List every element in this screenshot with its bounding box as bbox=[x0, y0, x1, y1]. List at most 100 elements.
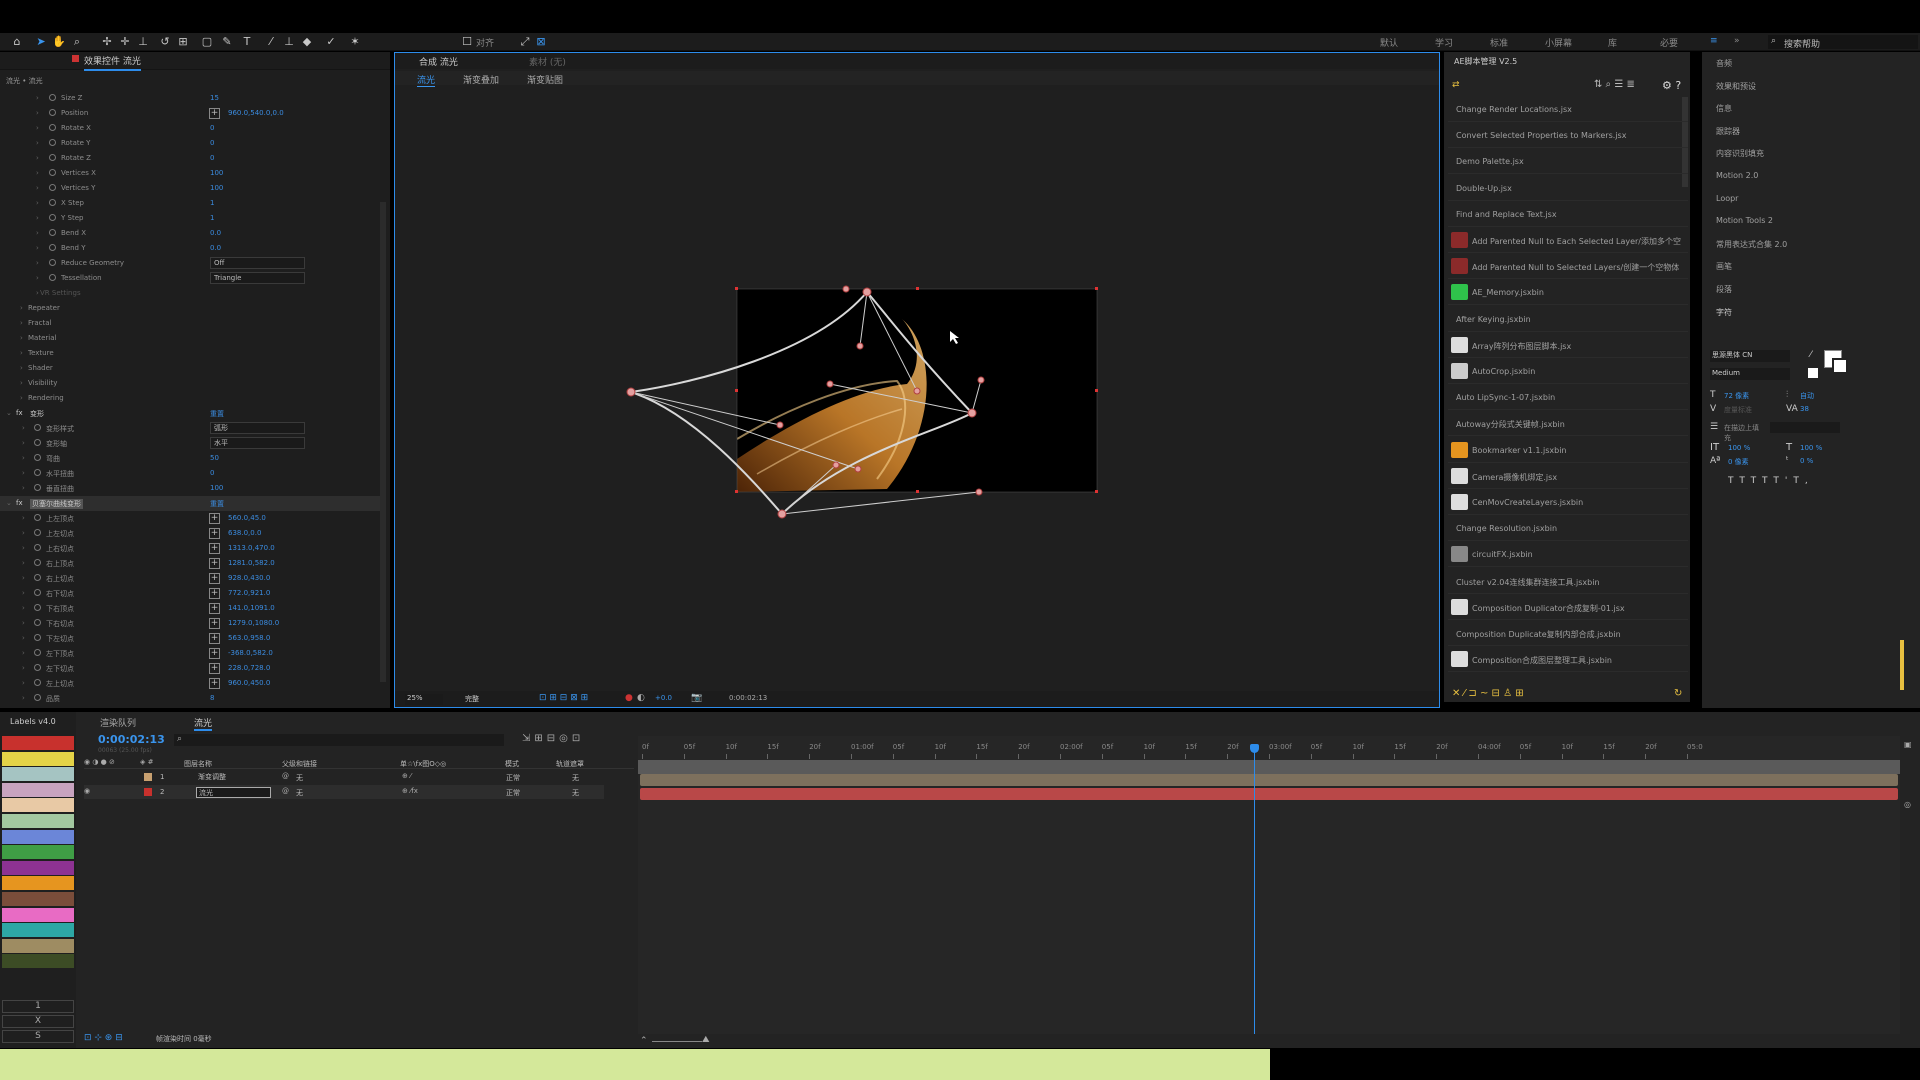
expand-arrow-icon[interactable]: › bbox=[22, 694, 25, 702]
hand-tool-icon[interactable]: ✋ bbox=[52, 35, 66, 49]
effect-header-row[interactable]: ⌄ fx 变形 重置 bbox=[0, 406, 380, 421]
label-color-swatch[interactable] bbox=[2, 938, 74, 953]
exposure-value[interactable]: +0.0 bbox=[655, 694, 672, 702]
stopwatch-icon[interactable] bbox=[34, 424, 41, 431]
expand-arrow-icon[interactable]: › bbox=[36, 94, 39, 102]
script-tool-icons[interactable]: ✕ ⁄ ⊐ ~ ⊟ ♙ ⊞ bbox=[1452, 688, 1524, 699]
property-value[interactable]: 560.0,45.0 bbox=[228, 514, 266, 522]
zoom-dropdown[interactable]: 25% bbox=[405, 694, 443, 705]
resolution-dropdown[interactable]: 完整 bbox=[465, 694, 515, 705]
fx-icon[interactable]: fx bbox=[16, 409, 23, 417]
stopwatch-icon[interactable] bbox=[34, 514, 41, 521]
property-value[interactable]: 928.0,430.0 bbox=[228, 574, 270, 582]
property-value[interactable]: 100 bbox=[210, 184, 223, 192]
label-color-swatch[interactable] bbox=[2, 860, 74, 875]
script-item[interactable]: Double-Up.jsx bbox=[1448, 175, 1688, 201]
clone-stamp-icon[interactable]: ⊥ bbox=[282, 35, 296, 49]
bezier-warp-overlay[interactable] bbox=[395, 53, 1439, 693]
layer-name[interactable]: 流光 bbox=[196, 787, 271, 798]
effect-group-row[interactable]: › Texture bbox=[0, 346, 380, 361]
property-value[interactable]: 15 bbox=[210, 94, 219, 102]
expand-arrow-icon[interactable]: › bbox=[36, 169, 39, 177]
horizontal-scale-value[interactable]: 100 % bbox=[1800, 444, 1822, 452]
script-item[interactable]: Bookmarker v1.1.jsxbin bbox=[1448, 437, 1688, 463]
effect-group-row[interactable]: › Fractal bbox=[0, 316, 380, 331]
label-shortcut[interactable]: S bbox=[2, 1030, 74, 1043]
label-color-swatch[interactable] bbox=[2, 798, 74, 813]
table-row[interactable]: ◉ 2 流光 @ 无 ⊕ ⁄fx 正常 无 bbox=[84, 785, 604, 799]
vertical-scale-value[interactable]: 100 % bbox=[1728, 444, 1750, 452]
more-workspaces-icon[interactable]: » bbox=[1734, 36, 1740, 46]
tab-timeline-comp[interactable]: 流光 bbox=[194, 716, 213, 731]
property-value[interactable]: 1279.0,1080.0 bbox=[228, 619, 279, 627]
table-row[interactable]: 1 渐变调整 @ 无 ⊕ ⁄ 正常 无 bbox=[84, 770, 604, 784]
stopwatch-icon[interactable] bbox=[49, 199, 56, 206]
expand-arrow-icon[interactable]: › bbox=[22, 679, 25, 687]
stopwatch-icon[interactable] bbox=[49, 274, 56, 281]
expand-arrow-icon[interactable]: › bbox=[20, 304, 23, 312]
crosshair-icon[interactable]: + bbox=[209, 633, 220, 644]
property-dropdown[interactable]: 弧形 bbox=[210, 422, 305, 434]
property-value[interactable]: -368.0,582.0 bbox=[228, 649, 273, 657]
mode-dropdown[interactable]: 正常 bbox=[506, 788, 520, 798]
font-size-value[interactable]: 72 像素 bbox=[1724, 391, 1749, 401]
reset-link[interactable]: 重置 bbox=[210, 409, 224, 419]
effect-group-row[interactable]: › Repeater bbox=[0, 301, 380, 316]
expand-arrow-icon[interactable]: › bbox=[20, 379, 23, 387]
workspace-essentials[interactable]: 必要 bbox=[1660, 36, 1678, 49]
expand-arrow-icon[interactable]: › bbox=[22, 544, 25, 552]
comp-timecode[interactable]: 0:00:02:13 bbox=[729, 694, 767, 702]
roto-brush-icon[interactable]: ✓ bbox=[324, 35, 338, 49]
crosshair-icon[interactable]: + bbox=[209, 543, 220, 554]
time-ruler[interactable]: 0f 05f 10f 15f 20f 01:00f 05f 10f 15f 20f 02:00f 05… bbox=[638, 736, 1900, 760]
snap-toggle-icon[interactable]: ⊠ bbox=[534, 35, 548, 49]
expand-arrow-icon[interactable]: › bbox=[22, 649, 25, 657]
property-value[interactable]: 1 bbox=[210, 199, 214, 207]
parent-pickwhip-icon[interactable]: @ bbox=[282, 772, 289, 780]
script-item[interactable]: After Keying.jsxbin bbox=[1448, 306, 1688, 332]
script-item[interactable]: Composition合成图层整理工具.jsxbin bbox=[1448, 646, 1688, 673]
expand-arrow-icon[interactable]: › bbox=[22, 619, 25, 627]
effect-panel-scrollbar[interactable] bbox=[380, 202, 386, 682]
property-value[interactable]: 0.0 bbox=[210, 229, 221, 237]
brush-tool-icon[interactable]: ⁄ bbox=[264, 35, 278, 49]
kerning-value[interactable]: 度量标准 bbox=[1724, 405, 1752, 415]
expand-arrow-icon[interactable]: › bbox=[36, 139, 39, 147]
stopwatch-icon[interactable] bbox=[49, 229, 56, 236]
stopwatch-icon[interactable] bbox=[49, 169, 56, 176]
expand-arrow-icon[interactable]: › bbox=[36, 244, 39, 252]
expand-arrow-icon[interactable]: › bbox=[36, 289, 39, 297]
effect-group-row[interactable]: › Visibility bbox=[0, 376, 380, 391]
footer-toggle-icons[interactable]: ⊡ ⊹ ⊛ ⊟ bbox=[84, 1033, 123, 1043]
expand-arrow-icon[interactable]: › bbox=[36, 109, 39, 117]
property-value[interactable]: 0.0 bbox=[210, 244, 221, 252]
label-color-swatch[interactable] bbox=[2, 751, 74, 766]
anchor-tool-icon[interactable]: ⊞ bbox=[176, 35, 190, 49]
panel-item[interactable]: 信息 bbox=[1716, 103, 1732, 114]
stopwatch-icon[interactable] bbox=[34, 454, 41, 461]
layer-name[interactable]: 渐变调整 bbox=[196, 772, 271, 783]
label-color-swatch[interactable] bbox=[2, 829, 74, 844]
text-style-toggles-icon[interactable]: TTTTT'T, bbox=[1728, 476, 1814, 486]
label-color-swatch[interactable] bbox=[2, 814, 74, 828]
script-item[interactable]: Autoway分段式关键帧.jsxbin bbox=[1448, 410, 1688, 437]
script-item[interactable]: circuitFX.jsxbin bbox=[1448, 541, 1688, 568]
stroke-color-swatch[interactable] bbox=[1832, 358, 1848, 374]
stopwatch-icon[interactable] bbox=[49, 139, 56, 146]
stopwatch-icon[interactable] bbox=[34, 439, 41, 446]
label-color-swatch[interactable] bbox=[2, 736, 74, 750]
stopwatch-icon[interactable] bbox=[34, 589, 41, 596]
property-value[interactable]: 638.0,0.0 bbox=[228, 529, 261, 537]
exposure-icon[interactable]: ◐ bbox=[637, 693, 645, 703]
expand-arrow-icon[interactable]: › bbox=[22, 439, 25, 447]
property-dropdown[interactable]: Off bbox=[210, 257, 305, 269]
switches-header[interactable]: 单☆\fx图O◇◎ bbox=[400, 759, 446, 769]
layer-switches[interactable]: ⊕ ⁄ bbox=[402, 772, 411, 780]
stopwatch-icon[interactable] bbox=[49, 124, 56, 131]
zoom-out-icon[interactable]: ⌃ bbox=[640, 1036, 648, 1046]
stopwatch-icon[interactable] bbox=[34, 559, 41, 566]
camera-icon[interactable]: ◎ bbox=[1904, 800, 1911, 809]
default-color-swatch[interactable] bbox=[1808, 368, 1818, 378]
property-value[interactable]: 0 bbox=[210, 154, 214, 162]
baseline-value[interactable]: 0 像素 bbox=[1728, 457, 1749, 467]
